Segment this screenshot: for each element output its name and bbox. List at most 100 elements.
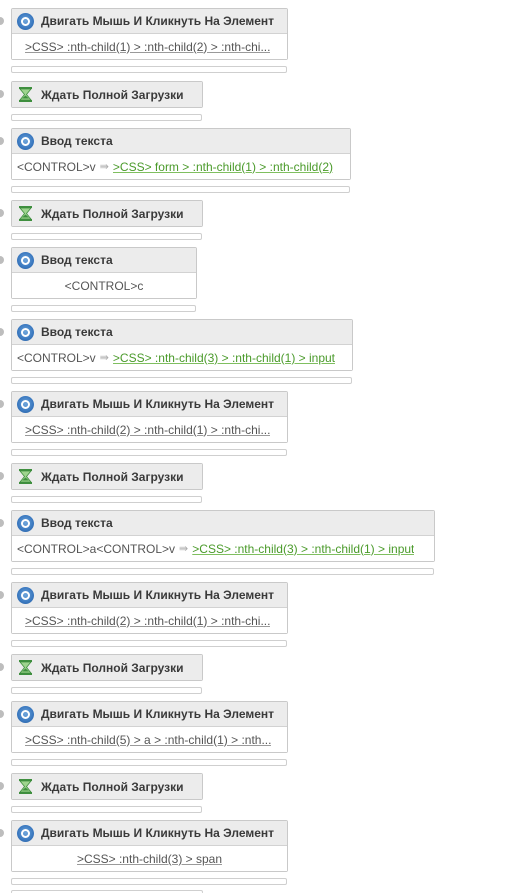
block-connector — [0, 90, 4, 98]
click-element-block[interactable]: Двигать Мышь И Кликнуть На Элемент >CSS>… — [11, 820, 288, 872]
type-text-block[interactable]: Ввод текста <CONTROL>a<CONTROL>v ⇛ >CSS>… — [11, 510, 435, 562]
wait-load-block[interactable]: Ждать Полной Загрузки — [11, 200, 203, 227]
mouse-click-icon — [17, 586, 34, 604]
input-text-value: <CONTROL>c — [64, 278, 144, 293]
block-body: >CSS> :nth-child(3) > span — [12, 846, 287, 871]
wait-load-block[interactable]: Ждать Полной Загрузки — [11, 81, 203, 108]
arrow-right-icon: ⇛ — [99, 352, 109, 364]
block-drop-zone[interactable] — [11, 640, 287, 647]
block-drop-zone[interactable] — [11, 687, 202, 694]
block-drop-zone[interactable] — [11, 759, 287, 766]
block-body: <CONTROL>a<CONTROL>v ⇛ >CSS> :nth-child(… — [12, 536, 434, 561]
block-title: Ввод текста — [41, 253, 113, 267]
input-text-value: <CONTROL>v — [17, 159, 96, 174]
css-selector-link[interactable]: >CSS> :nth-child(3) > :nth-child(1) > in… — [192, 542, 414, 556]
block-drop-zone[interactable] — [11, 233, 202, 240]
css-selector-link[interactable]: >CSS> :nth-child(2) > :nth-child(1) > :n… — [25, 614, 270, 628]
block-body: <CONTROL>c — [12, 273, 196, 298]
click-element-block[interactable]: Двигать Мышь И Кликнуть На Элемент >CSS>… — [11, 582, 288, 634]
block-header: Ввод текста — [12, 248, 196, 273]
type-text-block[interactable]: Ввод текста <CONTROL>v ⇛ >CSS> :nth-chil… — [11, 319, 353, 371]
block-title: Ввод текста — [41, 325, 113, 339]
arrow-right-icon: ⇛ — [179, 543, 189, 555]
keyboard-input-icon — [17, 132, 34, 150]
block-connector — [0, 782, 4, 790]
block-drop-zone[interactable] — [11, 878, 287, 885]
block-title: Ждать Полной Загрузки — [41, 660, 184, 675]
block-body: >CSS> :nth-child(2) > :nth-child(1) > :n… — [12, 608, 287, 633]
click-element-block[interactable]: Двигать Мышь И Кликнуть На Элемент >CSS>… — [11, 391, 288, 443]
hourglass-icon — [19, 206, 32, 221]
click-element-block[interactable]: Двигать Мышь И Кликнуть На Элемент >CSS>… — [11, 8, 288, 60]
block-connector — [0, 400, 4, 408]
block-body: >CSS> :nth-child(5) > a > :nth-child(1) … — [12, 727, 287, 752]
block-drop-zone[interactable] — [11, 449, 287, 456]
wait-load-block[interactable]: Ждать Полной Загрузки — [11, 773, 203, 800]
hourglass-icon — [19, 87, 32, 102]
block-drop-zone[interactable] — [11, 806, 202, 813]
block-header: Ввод текста — [12, 129, 350, 154]
css-selector-link[interactable]: >CSS> :nth-child(1) > :nth-child(2) > :n… — [25, 40, 270, 54]
keyboard-input-icon — [17, 514, 34, 532]
block-connector — [0, 256, 4, 264]
block-header: Двигать Мышь И Кликнуть На Элемент — [12, 9, 287, 34]
block-header: Двигать Мышь И Кликнуть На Элемент — [12, 392, 287, 417]
keyboard-input-icon — [17, 251, 34, 269]
block-header: Двигать Мышь И Кликнуть На Элемент — [12, 583, 287, 608]
block-header: Ждать Полной Загрузки — [12, 201, 202, 226]
block-connector — [0, 328, 4, 336]
block-drop-zone[interactable] — [11, 114, 202, 121]
block-body: <CONTROL>v ⇛ >CSS> form > :nth-child(1) … — [12, 154, 350, 179]
mouse-click-icon — [17, 705, 34, 723]
block-drop-zone[interactable] — [11, 305, 196, 312]
block-connector — [0, 472, 4, 480]
block-title: Ждать Полной Загрузки — [41, 87, 184, 102]
block-title: Двигать Мышь И Кликнуть На Элемент — [41, 14, 275, 28]
block-body: <CONTROL>v ⇛ >CSS> :nth-child(3) > :nth-… — [12, 345, 352, 370]
hourglass-icon — [19, 660, 32, 675]
hourglass-icon — [19, 779, 32, 794]
block-title: Двигать Мышь И Кликнуть На Элемент — [41, 397, 275, 411]
block-drop-zone[interactable] — [11, 66, 287, 73]
css-selector-link[interactable]: >CSS> :nth-child(2) > :nth-child(1) > :n… — [25, 423, 270, 437]
block-title: Ждать Полной Загрузки — [41, 206, 184, 221]
block-title: Двигать Мышь И Кликнуть На Элемент — [41, 588, 275, 602]
block-connector — [0, 17, 4, 25]
block-connector — [0, 137, 4, 145]
click-element-block[interactable]: Двигать Мышь И Кликнуть На Элемент >CSS>… — [11, 701, 288, 753]
block-header: Ввод текста — [12, 320, 352, 345]
block-connector — [0, 209, 4, 217]
block-header: Ждать Полной Загрузки — [12, 464, 202, 489]
block-connector — [0, 591, 4, 599]
block-title: Ввод текста — [41, 516, 113, 530]
block-header: Ждать Полной Загрузки — [12, 82, 202, 107]
css-selector-link[interactable]: >CSS> :nth-child(3) > :nth-child(1) > in… — [113, 351, 335, 365]
block-header: Ждать Полной Загрузки — [12, 774, 202, 799]
wait-load-block[interactable]: Ждать Полной Загрузки — [11, 463, 203, 490]
block-body: >CSS> :nth-child(2) > :nth-child(1) > :n… — [12, 417, 287, 442]
block-header: Двигать Мышь И Кликнуть На Элемент — [12, 821, 287, 846]
block-title: Двигать Мышь И Кликнуть На Элемент — [41, 707, 275, 721]
css-selector-link[interactable]: >CSS> form > :nth-child(1) > :nth-child(… — [113, 160, 333, 174]
wait-load-block[interactable]: Ждать Полной Загрузки — [11, 654, 203, 681]
block-drop-zone[interactable] — [11, 496, 202, 503]
block-connector — [0, 710, 4, 718]
mouse-click-icon — [17, 12, 34, 30]
css-selector-link[interactable]: >CSS> :nth-child(5) > a > :nth-child(1) … — [25, 733, 271, 747]
block-header: Ждать Полной Загрузки — [12, 655, 202, 680]
block-drop-zone[interactable] — [11, 186, 350, 193]
block-drop-zone[interactable] — [11, 377, 352, 384]
css-selector-link[interactable]: >CSS> :nth-child(3) > span — [77, 852, 222, 866]
keyboard-input-icon — [17, 323, 34, 341]
mouse-click-icon — [17, 824, 34, 842]
block-connector — [0, 519, 4, 527]
mouse-click-icon — [17, 395, 34, 413]
hourglass-icon — [19, 469, 32, 484]
block-title: Двигать Мышь И Кликнуть На Элемент — [41, 826, 275, 840]
type-text-block[interactable]: Ввод текста <CONTROL>c — [11, 247, 197, 299]
block-connector — [0, 829, 4, 837]
block-drop-zone[interactable] — [11, 568, 434, 575]
type-text-block[interactable]: Ввод текста <CONTROL>v ⇛ >CSS> form > :n… — [11, 128, 351, 180]
block-header: Ввод текста — [12, 511, 434, 536]
block-title: Ждать Полной Загрузки — [41, 779, 184, 794]
